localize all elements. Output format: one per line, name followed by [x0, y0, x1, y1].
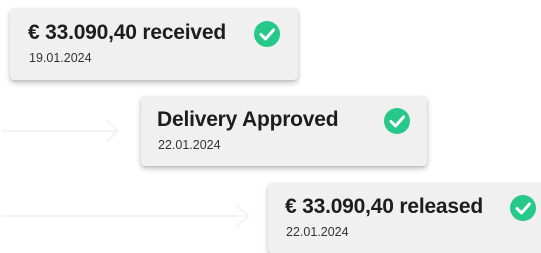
payment-received-card: € 33.090,40 received 19.01.2024 — [10, 8, 298, 80]
event-date: 22.01.2024 — [286, 225, 349, 239]
event-title: € 33.090,40 released — [285, 195, 484, 218]
event-title: € 33.090,40 received — [28, 21, 227, 44]
payment-released-card: € 33.090,40 released 22.01.2024 — [268, 183, 541, 253]
arrow-right-icon — [2, 119, 120, 143]
event-title: Delivery Approved — [157, 108, 339, 131]
delivery-approved-card: Delivery Approved 22.01.2024 — [141, 96, 427, 166]
check-circle-icon — [510, 195, 536, 221]
event-date: 22.01.2024 — [158, 138, 221, 152]
check-circle-icon — [384, 108, 410, 134]
event-date: 19.01.2024 — [29, 51, 92, 65]
arrow-right-icon — [2, 204, 250, 228]
check-circle-icon — [254, 21, 280, 47]
